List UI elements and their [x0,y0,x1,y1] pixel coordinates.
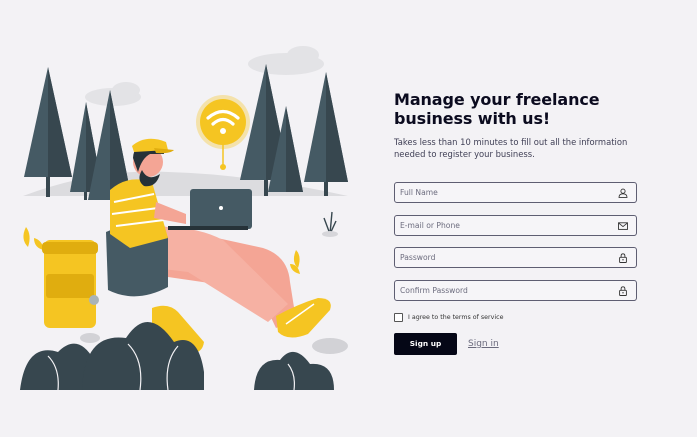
full-name-input[interactable] [395,183,610,202]
signin-link[interactable]: Sign in [468,339,499,349]
user-icon [618,188,628,198]
cloud-shape [85,46,324,106]
form-title-line-1: Manage your freelance [394,90,600,109]
wifi-icon [196,95,250,170]
confirm-password-field[interactable] [394,279,637,301]
email-phone-field[interactable] [394,214,637,236]
signup-form: Manage your freelance business with us! … [394,90,637,355]
form-subtitle: Takes less than 10 minutes to fill out a… [394,137,628,159]
form-actions: Sign up Sign in [394,332,637,355]
mail-icon [618,221,628,230]
lock-icon [619,285,627,296]
confirm-password-input[interactable] [395,280,610,300]
terms-label: I agree to the terms of service [408,314,504,321]
tree-group-right [240,64,348,196]
backpack-shape [42,240,99,328]
signup-button[interactable]: Sign up [394,332,457,355]
hero-illustration [18,42,354,394]
password-input[interactable] [395,248,610,267]
full-name-field[interactable] [394,182,637,203]
email-phone-input[interactable] [395,215,610,235]
password-field[interactable] [394,247,637,268]
terms-row: I agree to the terms of service [394,312,637,324]
form-title: Manage your freelance business with us! [394,90,637,128]
form-title-line-2: business with us! [394,109,551,128]
terms-checkbox[interactable] [394,313,403,322]
lock-icon [619,253,627,263]
grass-shape [323,211,337,235]
